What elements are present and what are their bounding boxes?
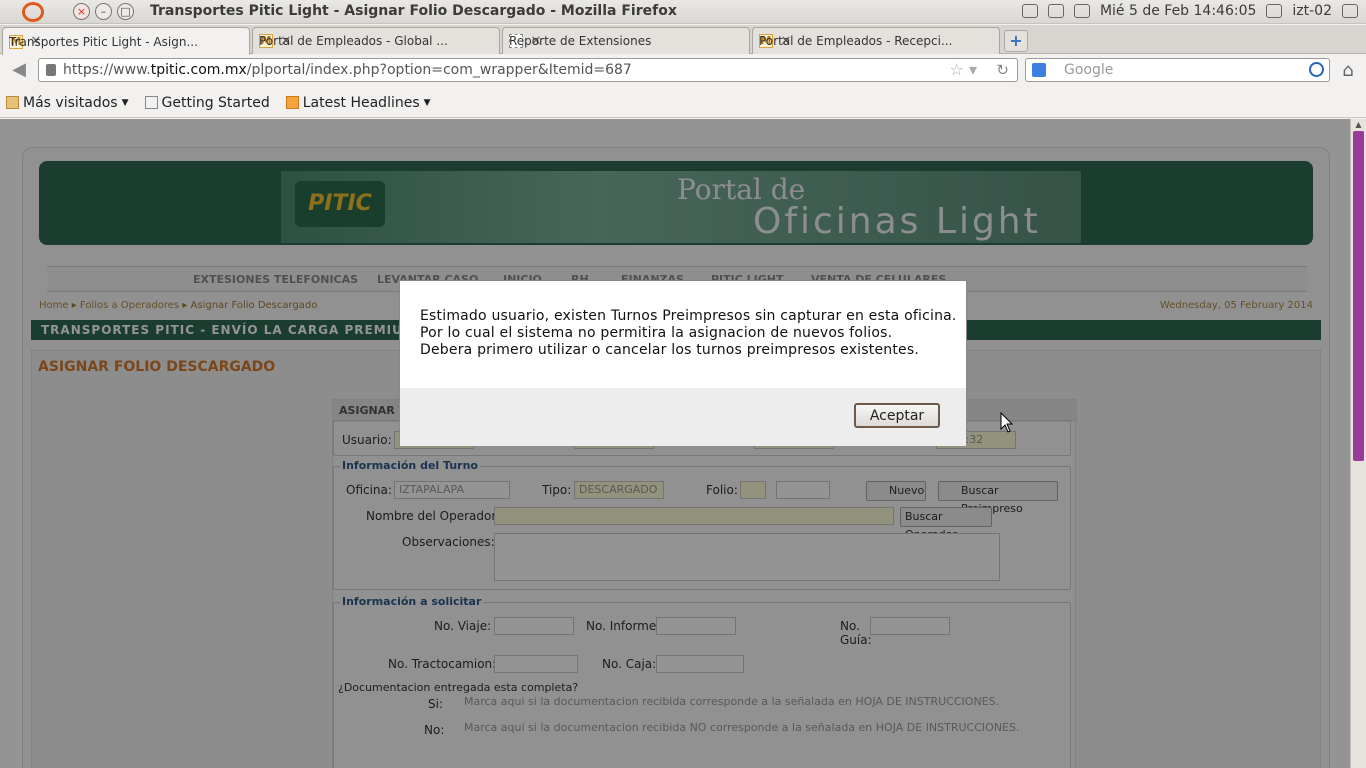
chevron-down-icon: ▼ (423, 97, 431, 108)
mail-icon[interactable] (1073, 4, 1090, 18)
rss-icon (285, 96, 299, 109)
alert-dialog: Estimado usuario, existen Turnos Preimpr… (399, 280, 967, 446)
scrollbar-thumb[interactable] (1353, 131, 1364, 461)
ubuntu-logo-icon[interactable] (22, 2, 44, 22)
page-icon (144, 96, 158, 109)
search-icon[interactable] (1309, 62, 1324, 77)
bookmark-label: Latest Headlines (302, 94, 420, 111)
system-tray: Mié 5 de Feb 14:46:05 izt-02 (1021, 3, 1358, 19)
navigation-bar: ◀ https://www.tpitic.com.mx/plportal/ind… (0, 55, 1366, 87)
lock-icon (46, 64, 56, 76)
bookmark-star-icon[interactable]: ☆ ▾ (950, 59, 977, 81)
new-tab-icon[interactable]: + (1004, 30, 1028, 52)
url-path: /plportal/index.php?option=com_wrapper&I… (246, 62, 632, 78)
url-bar[interactable]: https://www.tpitic.com.mx/plportal/index… (38, 58, 1018, 82)
dialog-message-line1: Estimado usuario, existen Turnos Preimpr… (420, 308, 957, 324)
page-viewport: PITIC Portal de Oficinas Light EXTESIONE… (0, 119, 1350, 768)
power-icon[interactable] (1342, 4, 1358, 18)
search-tray-icon[interactable] (1021, 4, 1038, 18)
tab-reporte-extensiones[interactable]: Reporte de Extensiones ✕ (502, 27, 750, 54)
vertical-scrollbar[interactable]: ▲ (1350, 119, 1366, 768)
dialog-message-line2: Por lo cual el sistema no permitira la a… (420, 325, 893, 341)
username[interactable]: izt-02 (1292, 3, 1332, 19)
tab-bar: M Transportes Pitic Light - Asign... ✕ M… (0, 25, 1366, 55)
system-top-bar: × – □ Transportes Pitic Light - Asignar … (0, 0, 1366, 24)
folder-icon (6, 96, 19, 109)
bookmark-latest-headlines[interactable]: Latest Headlines ▼ (285, 94, 431, 111)
bookmark-mas-visitados[interactable]: Más visitados ▼ (6, 95, 129, 111)
aceptar-button[interactable]: Aceptar (854, 403, 940, 428)
bookmark-label: Más visitados (23, 94, 118, 111)
tab-label: Portal de Empleados - Recepci... (759, 34, 953, 48)
tab-label: Transportes Pitic Light - Asign... (9, 34, 198, 49)
url-domain: tpitic.com.mx (150, 62, 247, 78)
tab-label: Reporte de Extensiones (509, 34, 652, 48)
window-maximize-icon[interactable]: □ (117, 3, 134, 20)
chevron-down-icon: ▼ (121, 97, 129, 108)
bookmarks-bar: Más visitados ▼ Getting Started Latest H… (0, 88, 1366, 118)
search-input[interactable]: Google (1025, 58, 1330, 82)
dialog-message-line3: Debera primero utilizar o cancelar los t… (420, 342, 919, 358)
dialog-footer: Aceptar (400, 388, 966, 446)
home-icon[interactable]: ⌂ (1337, 60, 1359, 81)
scroll-up-icon[interactable]: ▲ (1353, 120, 1364, 130)
window-close-icon[interactable]: × (73, 3, 90, 20)
clock[interactable]: Mié 5 de Feb 14:46:05 (1100, 3, 1256, 19)
search-placeholder: Google (1064, 62, 1114, 78)
tab-transportes-pitic[interactable]: M Transportes Pitic Light - Asign... ✕ (2, 27, 250, 55)
back-arrow-icon[interactable]: ◀ (6, 59, 32, 83)
bookmark-label: Getting Started (161, 94, 270, 111)
mouse-cursor-icon (1000, 412, 1014, 433)
google-engine-icon[interactable] (1032, 63, 1046, 77)
reload-icon[interactable]: ↻ (996, 59, 1009, 81)
volume-icon[interactable] (1047, 4, 1064, 18)
window-title: Transportes Pitic Light - Asignar Folio … (150, 3, 677, 19)
tab-portal-empleados-global[interactable]: M Portal de Empleados - Global ... ✕ (252, 27, 500, 54)
dialog-message: Estimado usuario, existen Turnos Preimpr… (420, 308, 957, 359)
tab-portal-empleados-recepcion[interactable]: M Portal de Empleados - Recepci... ✕ (752, 27, 1000, 54)
user-icon[interactable] (1266, 4, 1283, 18)
bookmark-getting-started[interactable]: Getting Started (144, 94, 270, 111)
window-minimize-icon[interactable]: – (95, 3, 112, 20)
tab-label: Portal de Empleados - Global ... (259, 34, 448, 48)
url-prefix: https://www. (63, 62, 151, 78)
